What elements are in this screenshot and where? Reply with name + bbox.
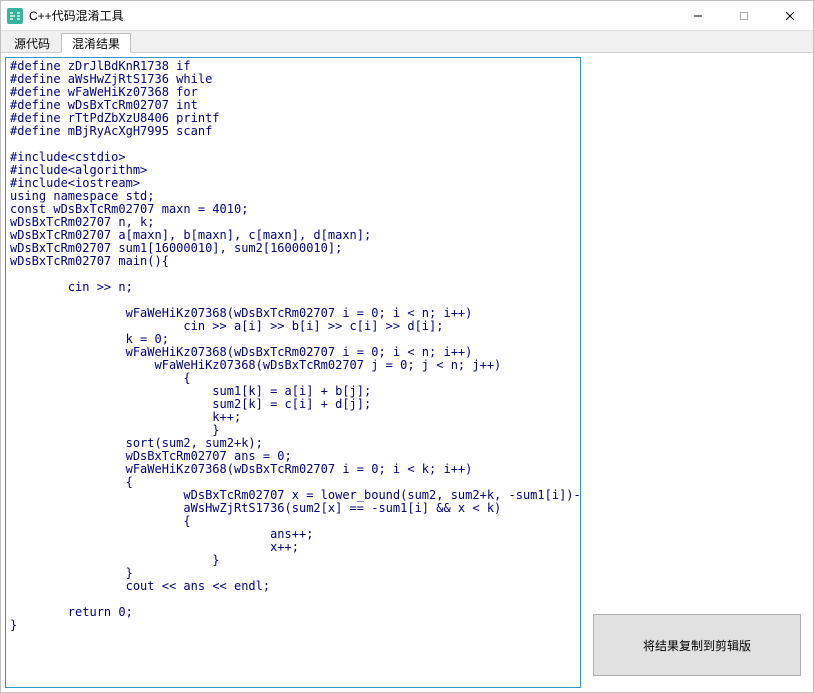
- content-area: #define zDrJlBdKnR1738 if #define aWsHwZ…: [1, 53, 813, 692]
- maximize-button[interactable]: [721, 1, 767, 30]
- window-controls: [675, 1, 813, 30]
- close-button[interactable]: [767, 1, 813, 30]
- code-text: #define zDrJlBdKnR1738 if #define aWsHwZ…: [10, 60, 576, 632]
- tabbar: 源代码 混淆结果: [1, 31, 813, 53]
- code-output-pane[interactable]: #define zDrJlBdKnR1738 if #define aWsHwZ…: [5, 57, 581, 688]
- titlebar-left: C++代码混淆工具: [7, 7, 124, 24]
- tab-source[interactable]: 源代码: [3, 33, 61, 52]
- app-icon: [7, 8, 23, 24]
- titlebar: C++代码混淆工具: [1, 1, 813, 31]
- right-pane: 将结果复制到剪辑版: [585, 57, 809, 688]
- tab-result[interactable]: 混淆结果: [61, 33, 131, 53]
- minimize-button[interactable]: [675, 1, 721, 30]
- copy-to-clipboard-button[interactable]: 将结果复制到剪辑版: [593, 614, 801, 676]
- window-title: C++代码混淆工具: [29, 7, 124, 24]
